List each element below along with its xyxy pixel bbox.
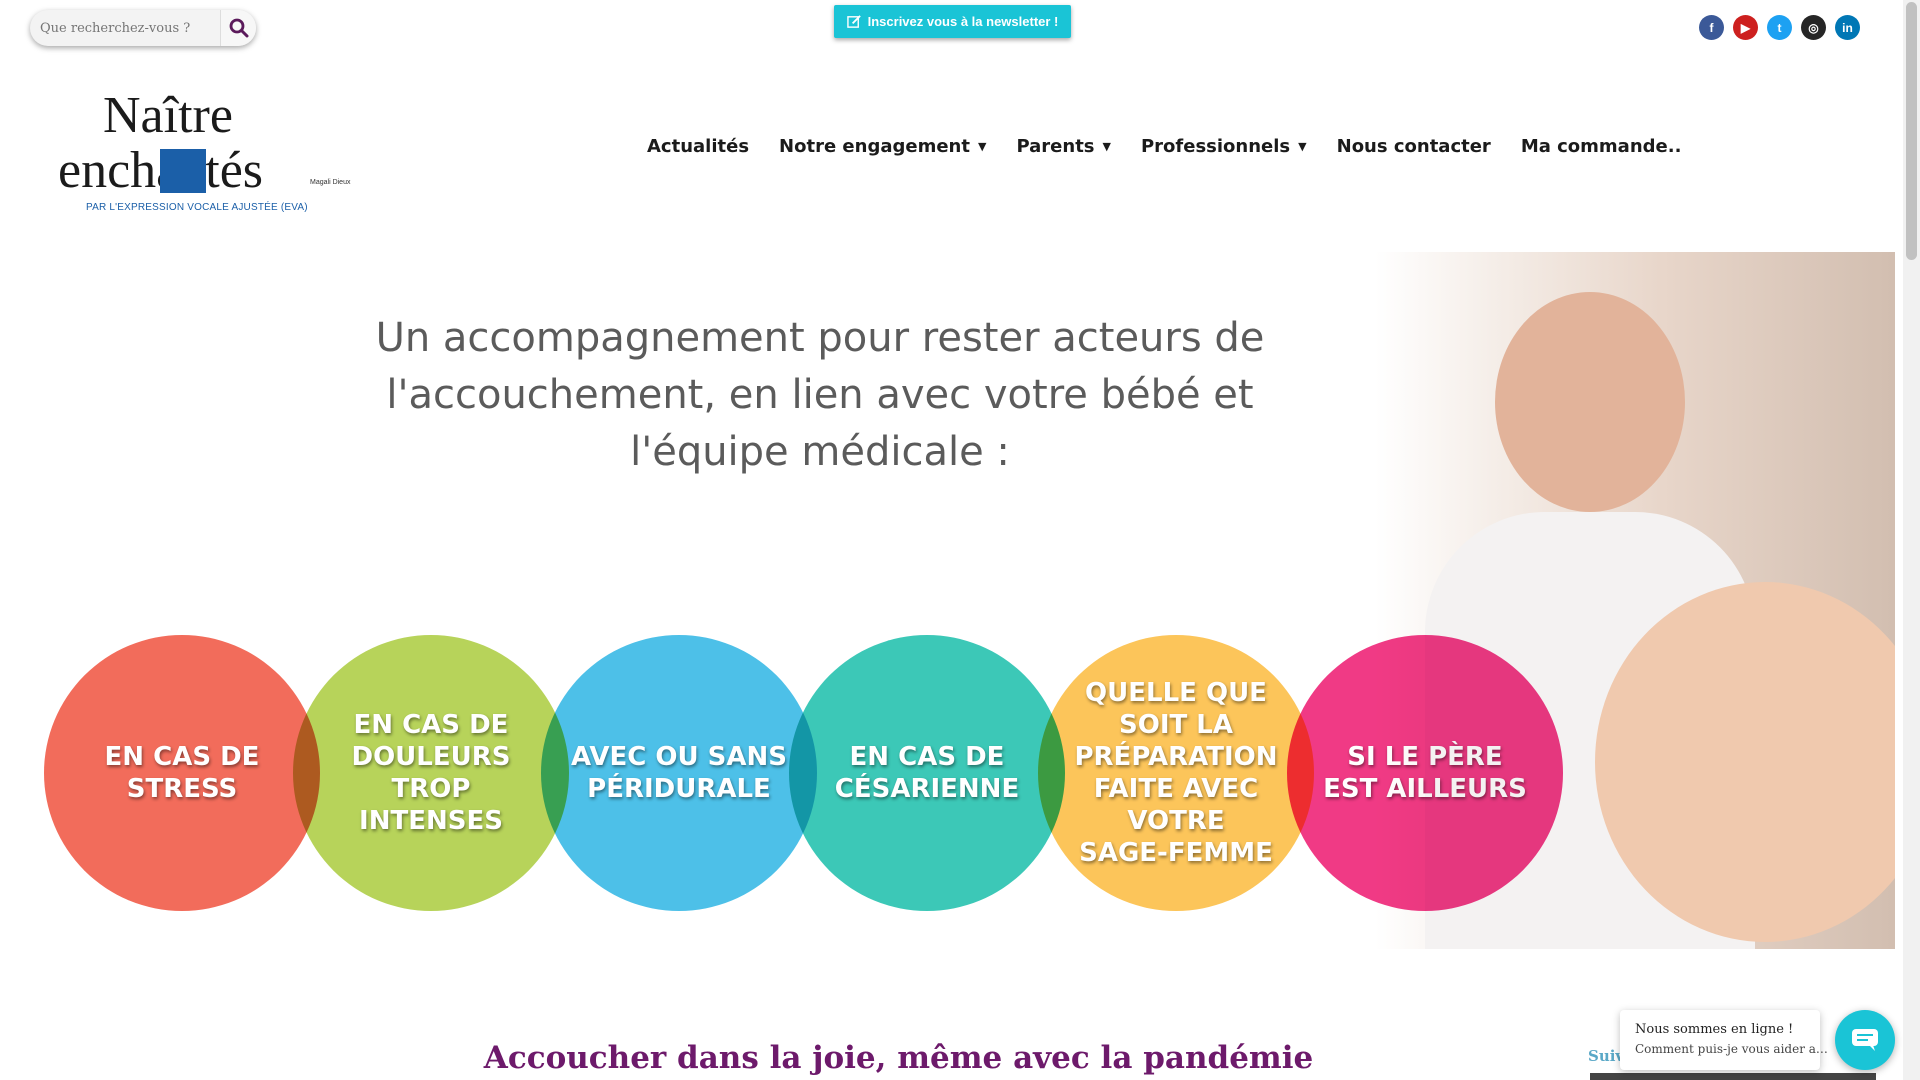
- chat-button[interactable]: [1835, 1010, 1895, 1070]
- nav-item-label: Professionnels: [1140, 136, 1291, 157]
- newsletter-button[interactable]: Inscrivez vous à la newsletter !: [834, 5, 1071, 38]
- nav-item-label: Nous contacter: [1336, 136, 1491, 157]
- instagram-icon[interactable]: ◎: [1801, 15, 1826, 40]
- chat-bubble[interactable]: Nous sommes en ligne ! Comment puis-je v…: [1620, 1010, 1828, 1070]
- scrollbar[interactable]: [1903, 0, 1920, 1080]
- linkedin-icon[interactable]: in: [1835, 15, 1860, 40]
- hero-circle: EN CAS DE DOULEURS TROP INTENSES: [293, 635, 569, 911]
- logo-author: Magali Dieux: [310, 179, 351, 186]
- twitter-icon[interactable]: t: [1767, 15, 1792, 40]
- nav-item-actualites[interactable]: Actualités: [647, 136, 749, 157]
- search-icon: [229, 18, 248, 38]
- scrollbar-thumb[interactable]: [1906, 2, 1917, 260]
- chat-line2: Comment puis-je vous aider a…: [1635, 1042, 1828, 1056]
- hero-circle: SI LE PÈRE EST AILLEURS: [1287, 635, 1563, 911]
- chat-icon: [1852, 1029, 1878, 1051]
- site-logo[interactable]: Naître enchantés Magali Dieux PAR L'EXPR…: [58, 82, 358, 222]
- nav-item-ma-commande[interactable]: Ma commande..: [1521, 136, 1682, 157]
- nav-item-notre-engagement[interactable]: Notre engagement ▼: [779, 136, 986, 157]
- hero-headline: Un accompagnement pour rester acteurs de…: [375, 315, 1265, 475]
- facebook-icon[interactable]: f: [1699, 15, 1724, 40]
- sidebar-follow-widget: [1590, 1073, 1876, 1080]
- sidebar-follow-label: Suiv: [1588, 1047, 1625, 1065]
- nav-item-professionnels[interactable]: Professionnels ▼: [1141, 136, 1307, 157]
- search-input[interactable]: [30, 10, 220, 46]
- search-button[interactable]: [220, 10, 256, 46]
- hero-banner: Un accompagnement pour rester acteurs de…: [10, 252, 1895, 949]
- hero-circle: AVEC OU SANS PÉRIDURALE: [541, 635, 817, 911]
- nav-item-label: Ma commande..: [1520, 136, 1682, 157]
- search-box: [30, 10, 256, 46]
- chevron-down-icon: ▼: [1102, 140, 1111, 153]
- page: Inscrivez vous à la newsletter ! f ▶ t ◎…: [0, 0, 1920, 1080]
- hero-circle: QUELLE QUE SOIT LA PRÉPARATION FAITE AVE…: [1038, 635, 1314, 911]
- main-nav: Actualités Notre engagement ▼ Parents ▼ Pr…: [647, 136, 1681, 157]
- youtube-icon[interactable]: ▶: [1733, 15, 1758, 40]
- nav-item-nous-contacter[interactable]: Nous contacter: [1337, 136, 1491, 157]
- social-links: f ▶ t ◎ in: [1699, 15, 1860, 40]
- logo-line1: Naître: [103, 87, 233, 144]
- hero-circle: EN CAS DE CÉSARIENNE: [789, 635, 1065, 911]
- chevron-down-icon: ▼: [1298, 140, 1307, 153]
- logo-tagline: PAR L'EXPRESSION VOCALE AJUSTÉE (EVA): [86, 202, 308, 213]
- newsletter-label: Inscrivez vous à la newsletter !: [867, 14, 1059, 29]
- logo-h-square: [160, 149, 206, 193]
- page-title: Accoucher dans la joie, même avec la pan…: [483, 1040, 1314, 1076]
- hero-photo-face: [1495, 292, 1685, 512]
- nav-item-label: Notre engagement: [779, 136, 970, 157]
- nav-item-parents[interactable]: Parents ▼: [1016, 136, 1111, 157]
- nav-item-label: Parents: [1016, 136, 1095, 157]
- hero-circle: EN CAS DE STRESS: [44, 635, 320, 911]
- chat-line1: Nous sommes en ligne !: [1635, 1022, 1794, 1037]
- edit-icon: [846, 15, 861, 28]
- chevron-down-icon: ▼: [977, 140, 987, 153]
- nav-item-label: Actualités: [647, 136, 750, 157]
